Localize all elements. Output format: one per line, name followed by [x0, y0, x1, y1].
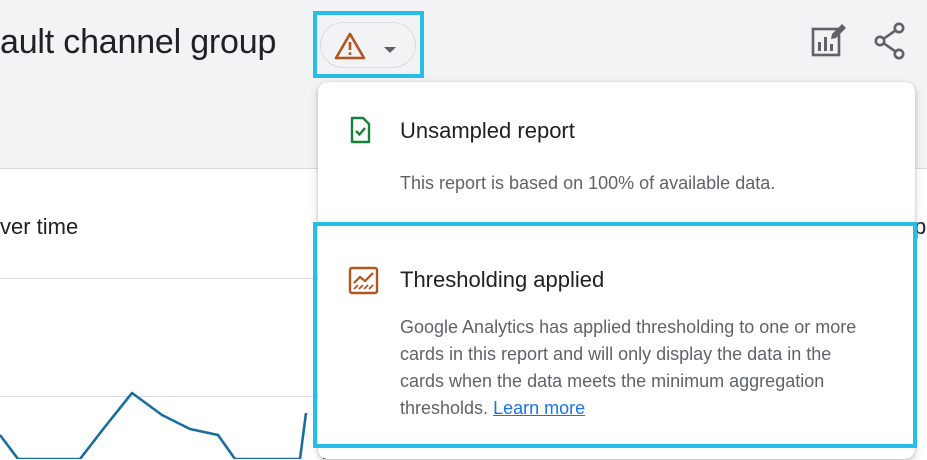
- data-quality-popup: Unsampled report This report is based on…: [318, 82, 915, 459]
- learn-more-link[interactable]: Learn more: [493, 398, 585, 418]
- unsampled-doc-check-icon: [348, 116, 374, 149]
- line-chart: [0, 391, 308, 459]
- thresholding-description: Google Analytics has applied thresholdin…: [400, 314, 880, 422]
- thresholding-item: Thresholding applied Google Analytics ha…: [318, 226, 915, 457]
- chart-series-line: [0, 391, 308, 459]
- unsampled-report-item: Unsampled report This report is based on…: [318, 82, 915, 222]
- thresholding-title: Thresholding applied: [400, 267, 605, 292]
- thresholding-chart-icon: [348, 266, 380, 301]
- insights-edit-icon[interactable]: [810, 22, 848, 65]
- data-quality-chip[interactable]: [320, 22, 416, 68]
- unsampled-report-description: This report is based on 100% of availabl…: [400, 173, 776, 193]
- card-title-right: p: [914, 214, 927, 239]
- share-icon[interactable]: [872, 22, 908, 65]
- card-divider: [0, 278, 320, 279]
- thresholding-description-text: Google Analytics has applied thresholdin…: [400, 317, 857, 418]
- warning-triangle-icon: [333, 31, 367, 66]
- caret-down-icon: [383, 41, 397, 59]
- page-title: ault channel group: [0, 23, 277, 61]
- unsampled-report-title: Unsampled report: [400, 118, 575, 143]
- card-title: ver time: [0, 214, 79, 239]
